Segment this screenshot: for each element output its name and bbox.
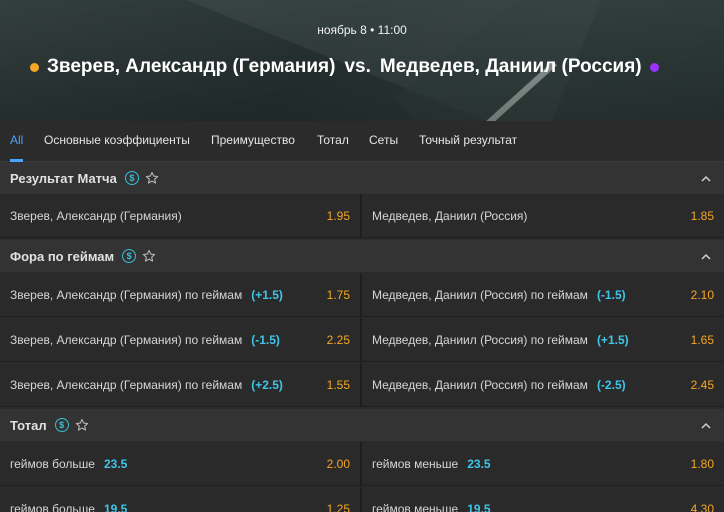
odds-option-away[interactable]: Медведев, Даниил (Россия) по геймам (-2.… — [362, 363, 724, 407]
section-title: Фора по геймам — [10, 248, 115, 264]
section-title: Результат Матча — [10, 170, 117, 186]
odds-option-over[interactable]: геймов больше 23.5 2.00 — [0, 442, 360, 486]
section-title: Тотал — [10, 417, 47, 433]
tab-main-odds[interactable]: Основные коэффициенты — [44, 121, 190, 162]
total-line-value: 23.5 — [467, 457, 491, 471]
event-teams: Зверев, Александр (Германия) vs. Медведе… — [30, 55, 659, 79]
odds-option-home[interactable]: Зверев, Александр (Германия) 1.95 — [0, 194, 360, 238]
chevron-up-icon[interactable] — [700, 172, 712, 190]
coin-icon[interactable]: $ — [124, 171, 139, 185]
section-match-result[interactable]: Результат Матча $ — [0, 162, 724, 194]
odds-value: 1.75 — [326, 288, 350, 302]
versus-label: vs. — [344, 56, 371, 77]
total-line-value: 19.5 — [467, 502, 491, 512]
event-header: ноябрь 8 • 11:00 Зверев, Александр (Герм… — [0, 0, 724, 121]
table-row: Зверев, Александр (Германия) по геймам (… — [0, 318, 724, 362]
odds-value: 2.00 — [326, 457, 350, 471]
handicap-value: (-1.5) — [251, 333, 280, 347]
table-row: Зверев, Александр (Германия) по геймам (… — [0, 273, 724, 317]
total-line-value: 19.5 — [103, 502, 128, 512]
home-team-name: Зверев, Александр (Германия) — [47, 56, 336, 77]
coin-icon[interactable]: $ — [122, 249, 137, 263]
tab-total[interactable]: Тотал — [317, 121, 349, 162]
odds-option-away[interactable]: Медведев, Даниил (Россия) 1.85 — [362, 194, 724, 238]
odds-value: 1.55 — [326, 378, 350, 392]
table-row: геймов больше 19.5 1.25 геймов меньше 19… — [0, 487, 724, 512]
event-datetime: ноябрь 8 • 11:00 — [317, 23, 407, 37]
tab-exact-score[interactable]: Точный результат — [419, 121, 517, 162]
total-line-value: 23.5 — [103, 457, 128, 471]
table-row: Зверев, Александр (Германия) по геймам (… — [0, 363, 724, 407]
away-team-dot — [649, 62, 659, 72]
odds-option-over[interactable]: геймов больше 19.5 1.25 — [0, 487, 360, 512]
chevron-up-icon[interactable] — [700, 250, 712, 268]
handicap-value: (+2.5) — [251, 378, 283, 392]
section-game-handicap[interactable]: Фора по геймам $ — [0, 240, 724, 272]
odds-option-away[interactable]: Медведев, Даниил (Россия) по геймам (+1.… — [362, 318, 724, 362]
star-outline-icon[interactable] — [75, 418, 89, 432]
tab-sets[interactable]: Сеты — [369, 121, 398, 162]
away-team-name: Медведев, Даниил (Россия) — [379, 56, 642, 77]
tab-advantage[interactable]: Преимущество — [211, 121, 295, 162]
section-total[interactable]: Тотал $ — [0, 409, 724, 441]
odds-value: 1.80 — [690, 457, 714, 471]
odds-option-away[interactable]: Медведев, Даниил (Россия) по геймам (-1.… — [362, 273, 724, 317]
chevron-up-icon[interactable] — [700, 419, 712, 437]
odds-option-under[interactable]: геймов меньше 23.5 1.80 — [362, 442, 724, 486]
odds-value: 1.25 — [326, 502, 350, 512]
odds-option-home[interactable]: Зверев, Александр (Германия) по геймам (… — [0, 363, 360, 407]
table-row: геймов больше 23.5 2.00 геймов меньше 23… — [0, 442, 724, 486]
odds-value: 1.85 — [690, 209, 714, 223]
odds-value: 2.45 — [690, 378, 714, 392]
odds-option-under[interactable]: геймов меньше 19.5 4.30 — [362, 487, 724, 512]
market-tabs: All Основные коэффициенты Преимущество Т… — [0, 121, 724, 162]
odds-value: 1.65 — [690, 333, 714, 347]
coin-icon[interactable]: $ — [54, 418, 69, 432]
handicap-value: (+1.5) — [596, 333, 629, 347]
handicap-value: (-1.5) — [596, 288, 626, 302]
star-outline-icon[interactable] — [142, 249, 156, 263]
home-team-dot — [30, 62, 39, 72]
handicap-value: (+1.5) — [251, 288, 283, 302]
odds-option-home[interactable]: Зверев, Александр (Германия) по геймам (… — [0, 273, 360, 317]
tab-all[interactable]: All — [10, 121, 24, 162]
odds-value: 4.30 — [690, 502, 714, 512]
odds-option-home[interactable]: Зверев, Александр (Германия) по геймам (… — [0, 318, 360, 362]
odds-value: 1.95 — [326, 209, 350, 223]
table-row: Зверев, Александр (Германия) 1.95 Медвед… — [0, 194, 724, 238]
odds-value: 2.10 — [690, 288, 714, 302]
handicap-value: (-2.5) — [596, 378, 626, 392]
star-outline-icon[interactable] — [145, 171, 159, 185]
odds-value: 2.25 — [326, 333, 350, 347]
